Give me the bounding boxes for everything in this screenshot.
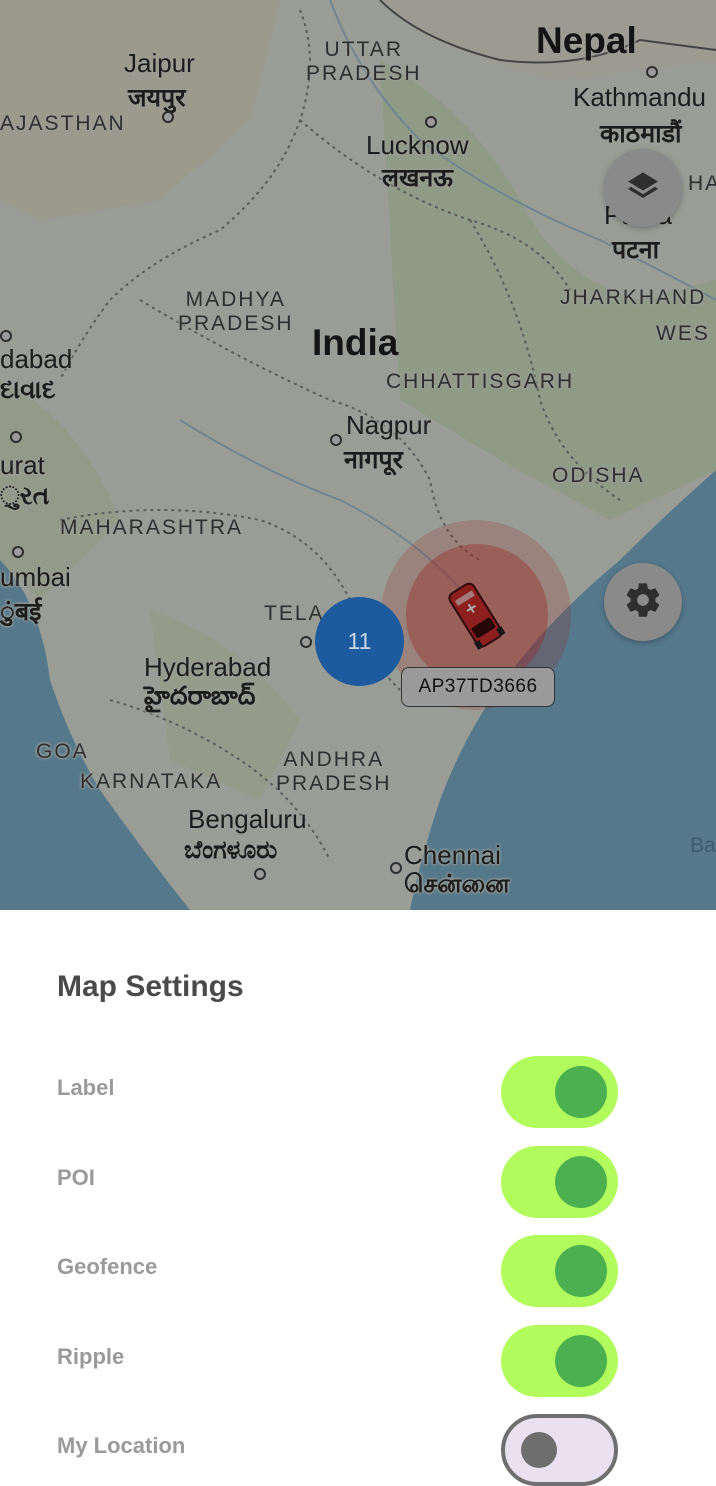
layers-icon [625, 168, 661, 209]
label-toggle[interactable] [501, 1056, 618, 1128]
setting-row-my-location: My Location [0, 1410, 716, 1486]
poi-toggle[interactable] [501, 1146, 618, 1218]
toggle-knob [555, 1066, 607, 1118]
map-dim-overlay [0, 0, 716, 910]
cluster-marker[interactable]: 11 [315, 597, 404, 686]
setting-row-label: Label [0, 1052, 716, 1128]
my-location-toggle[interactable] [501, 1414, 618, 1486]
geofence-toggle[interactable] [501, 1235, 618, 1307]
toggle-knob [555, 1156, 607, 1208]
setting-row-ripple: Ripple [0, 1321, 716, 1397]
setting-label: My Location [57, 1433, 186, 1458]
toggle-knob [555, 1245, 607, 1297]
setting-label: POI [57, 1165, 95, 1190]
setting-label: Geofence [57, 1254, 158, 1279]
vehicle-label: AP37TD3666 [401, 667, 555, 707]
map-settings-sheet: Map Settings Label POI Geofence Ripple M… [0, 910, 716, 1486]
cluster-count: 11 [347, 628, 372, 654]
setting-label: Ripple [57, 1344, 125, 1369]
toggle-knob [555, 1335, 607, 1387]
setting-row-geofence: Geofence [0, 1231, 716, 1307]
settings-button[interactable] [604, 563, 682, 641]
ripple-toggle[interactable] [501, 1325, 618, 1397]
toggle-knob [521, 1432, 557, 1468]
setting-row-poi: POI [0, 1142, 716, 1218]
map-view[interactable]: Nepal Kathmandu काठमाडौं UTTAR PRADESH J… [0, 0, 716, 910]
layers-button[interactable] [604, 149, 682, 227]
sheet-title: Map Settings [57, 970, 244, 1003]
gear-icon [623, 580, 663, 625]
setting-label: Label [57, 1075, 115, 1100]
